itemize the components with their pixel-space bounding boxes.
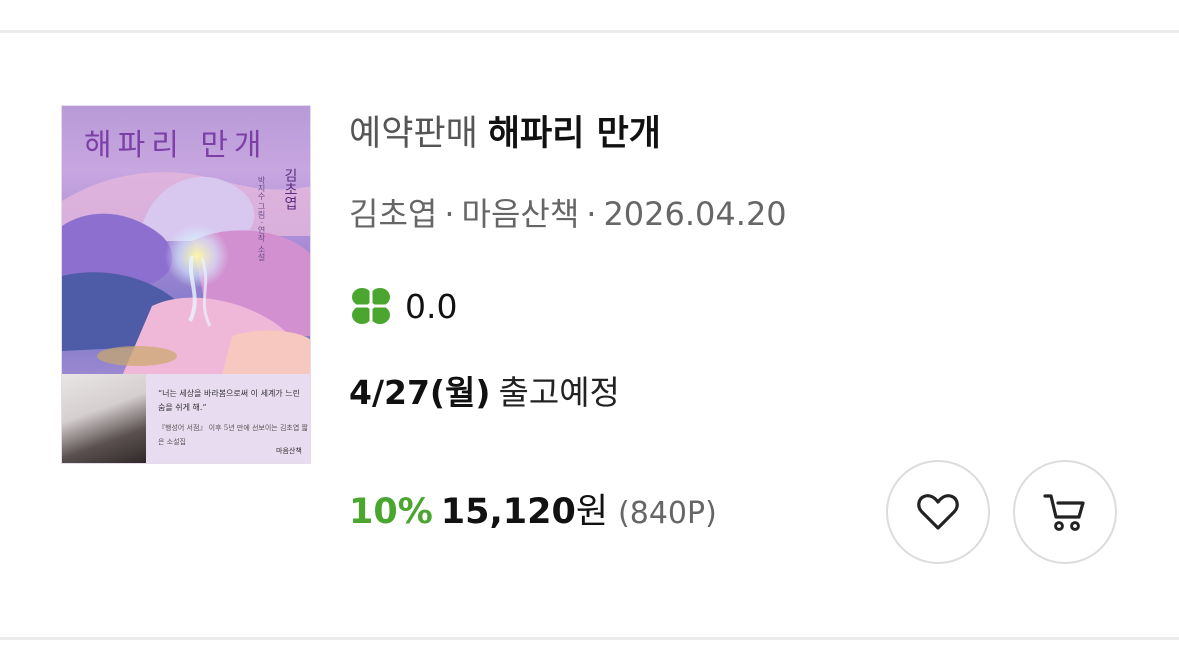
book-cover[interactable]: 해파리 만개 김초엽 박지수 그림 · 연작 소설 “너는 세상을 바라봄으로써… bbox=[61, 105, 311, 464]
cover-subtitle: 박지수 그림 · 연작 소설 bbox=[257, 176, 266, 261]
cover-blurb: 『행성어 서점』 이후 5년 만에 선보이는 김초엽 짧은 소설집 bbox=[158, 424, 308, 446]
cart-icon bbox=[1043, 494, 1085, 531]
cover-title: 해파리 만개 bbox=[84, 128, 268, 163]
clover-icon bbox=[352, 288, 390, 324]
price-row: 10% 15,120원 (840P) bbox=[349, 490, 717, 540]
cover-author: 김초엽 bbox=[282, 168, 298, 210]
wishlist-button[interactable] bbox=[886, 460, 990, 564]
sale-price: 15,120 bbox=[440, 492, 576, 532]
bottom-divider bbox=[0, 637, 1179, 640]
top-divider bbox=[0, 30, 1179, 33]
cover-publisher: 마음산책 bbox=[276, 447, 302, 455]
sale-tag: 예약판매 bbox=[349, 114, 478, 154]
meta-separator: · bbox=[586, 195, 597, 233]
meta-separator: · bbox=[444, 195, 455, 233]
publish-date: 2026.04.20 bbox=[603, 195, 787, 233]
author-photo bbox=[62, 374, 146, 463]
ship-label: 출고예정 bbox=[498, 373, 620, 412]
shipping-info: 4/27(월) 출고예정 bbox=[349, 372, 620, 414]
currency: 원 bbox=[575, 492, 609, 532]
rating-score: 0.0 bbox=[405, 286, 458, 326]
cover-quote-text: “너는 세상을 바라봄으로써 이 세계가 느린 숨을 쉬게 해.” bbox=[158, 389, 300, 412]
title-row[interactable]: 예약판매 해파리 만개 bbox=[349, 112, 661, 156]
heart-icon bbox=[917, 494, 959, 530]
book-author[interactable]: 김초엽 bbox=[349, 195, 437, 233]
reward-points: (840P) bbox=[618, 496, 717, 531]
rating: 0.0 bbox=[349, 286, 457, 326]
cart-button[interactable] bbox=[1013, 460, 1117, 564]
book-publisher[interactable]: 마음산책 bbox=[462, 195, 580, 233]
ship-date: 4/27(월) bbox=[349, 373, 491, 412]
cover-quote: “너는 세상을 바라봄으로써 이 세계가 느린 숨을 쉬게 해.” 『행성어 서… bbox=[158, 387, 308, 449]
discount-rate: 10% bbox=[349, 492, 433, 532]
book-title[interactable]: 해파리 만개 bbox=[488, 114, 661, 154]
book-meta: 김초엽 · 마음산책 · 2026.04.20 bbox=[349, 194, 787, 234]
